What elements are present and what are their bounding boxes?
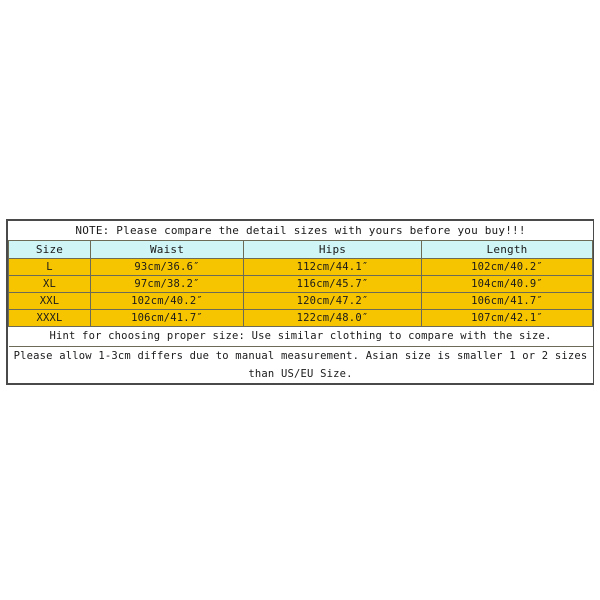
disclaimer-text: Please allow 1-3cm differs due to manual… [8,346,593,383]
cell-waist: 106cm/41.7″ [90,309,244,327]
column-header-waist: Waist [90,240,244,259]
cell-hips: 120cm/47.2″ [243,292,422,310]
column-header-length: Length [420,240,594,259]
hint-row: Hint for choosing proper size: Use simil… [8,326,593,347]
column-header-hips: Hips [243,240,422,259]
disclaimer-row: Please allow 1-3cm differs due to manual… [8,346,593,383]
hint-text: Hint for choosing proper size: Use simil… [8,326,593,347]
cell-length: 107cm/42.1″ [420,309,594,327]
cell-size: XXL [8,292,91,310]
table-row: L 93cm/36.6″ 112cm/44.1″ 102cm/40.2″ [8,258,594,276]
cell-hips: 116cm/45.7″ [243,275,422,293]
cell-hips: 122cm/48.0″ [243,309,422,327]
table-header-row: Size Waist Hips Length [8,240,594,259]
cell-size: XL [8,275,91,293]
table-row: XXXL 106cm/41.7″ 122cm/48.0″ 107cm/42.1″ [8,309,594,327]
size-chart-table: NOTE: Please compare the detail sizes wi… [8,221,594,383]
cell-length: 104cm/40.9″ [420,275,594,293]
note-banner-row: NOTE: Please compare the detail sizes wi… [8,221,593,241]
cell-size: XXXL [8,309,91,327]
size-chart: NOTE: Please compare the detail sizes wi… [6,219,594,385]
table-row: XXL 102cm/40.2″ 120cm/47.2″ 106cm/41.7″ [8,292,594,310]
cell-waist: 97cm/38.2″ [90,275,244,293]
column-header-size: Size [8,240,91,259]
note-banner-text: NOTE: Please compare the detail sizes wi… [8,221,593,241]
cell-length: 106cm/41.7″ [420,292,594,310]
cell-waist: 93cm/36.6″ [90,258,244,276]
cell-size: L [8,258,91,276]
cell-length: 102cm/40.2″ [420,258,594,276]
cell-waist: 102cm/40.2″ [90,292,244,310]
cell-hips: 112cm/44.1″ [243,258,422,276]
table-row: XL 97cm/38.2″ 116cm/45.7″ 104cm/40.9″ [8,275,594,293]
